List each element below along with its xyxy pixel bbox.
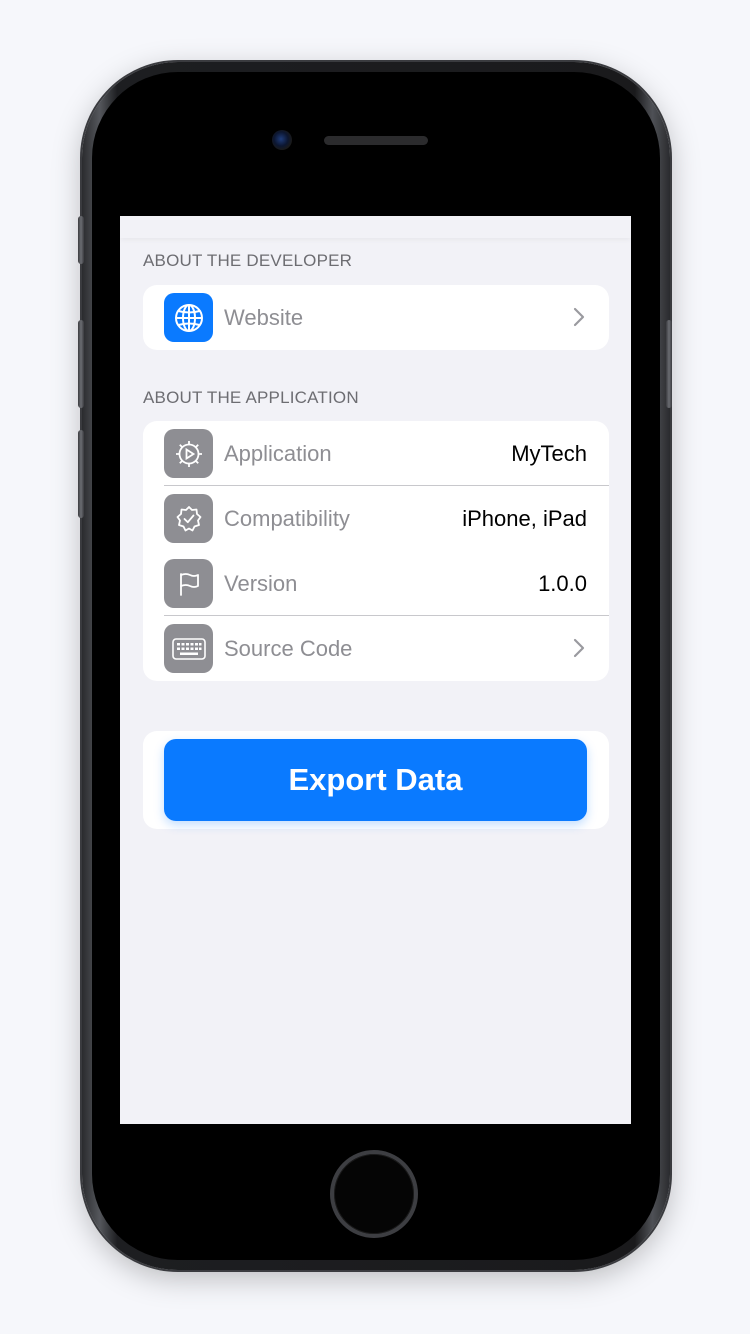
globe-icon bbox=[164, 293, 213, 342]
screen: ABOUT THE DEVELOPER Website ABOUT THE AP… bbox=[120, 216, 631, 1124]
source-code-row[interactable]: Source Code bbox=[143, 616, 609, 681]
export-card: Export Data bbox=[143, 731, 609, 829]
compatibility-value: iPhone, iPad bbox=[462, 505, 587, 531]
navigation-bar bbox=[120, 216, 631, 238]
earpiece-speaker bbox=[324, 136, 428, 145]
export-data-button[interactable]: Export Data bbox=[164, 739, 587, 821]
website-label: Website bbox=[224, 304, 304, 330]
volume-up-button bbox=[78, 320, 84, 408]
application-label: Application bbox=[224, 440, 332, 466]
front-camera bbox=[272, 130, 292, 150]
chevron-right-icon bbox=[573, 307, 585, 327]
application-value: MyTech bbox=[511, 440, 587, 466]
volume-down-button bbox=[78, 430, 84, 518]
flag-icon bbox=[164, 559, 213, 608]
stage: ABOUT THE DEVELOPER Website ABOUT THE AP… bbox=[0, 0, 750, 1334]
application-section-header: ABOUT THE APPLICATION bbox=[143, 388, 359, 407]
home-button[interactable] bbox=[330, 1150, 418, 1238]
version-label: Version bbox=[224, 570, 298, 596]
application-group: Application MyTech Compatibility iPhone,… bbox=[143, 421, 609, 681]
chevron-right-icon bbox=[573, 638, 585, 658]
keyboard-icon bbox=[164, 624, 213, 673]
mute-switch bbox=[78, 216, 84, 264]
website-row[interactable]: Website bbox=[143, 285, 609, 350]
compatibility-label: Compatibility bbox=[224, 505, 350, 531]
gear-icon bbox=[164, 429, 213, 478]
developer-group: Website bbox=[143, 285, 609, 350]
compatibility-row: Compatibility iPhone, iPad bbox=[143, 486, 609, 551]
application-row: Application MyTech bbox=[143, 421, 609, 486]
version-value: 1.0.0 bbox=[538, 570, 587, 596]
source-code-label: Source Code bbox=[224, 635, 353, 661]
power-button bbox=[666, 320, 672, 408]
developer-section-header: ABOUT THE DEVELOPER bbox=[143, 251, 353, 270]
checkmark-seal-icon bbox=[164, 494, 213, 543]
version-row: Version 1.0.0 bbox=[143, 551, 609, 616]
